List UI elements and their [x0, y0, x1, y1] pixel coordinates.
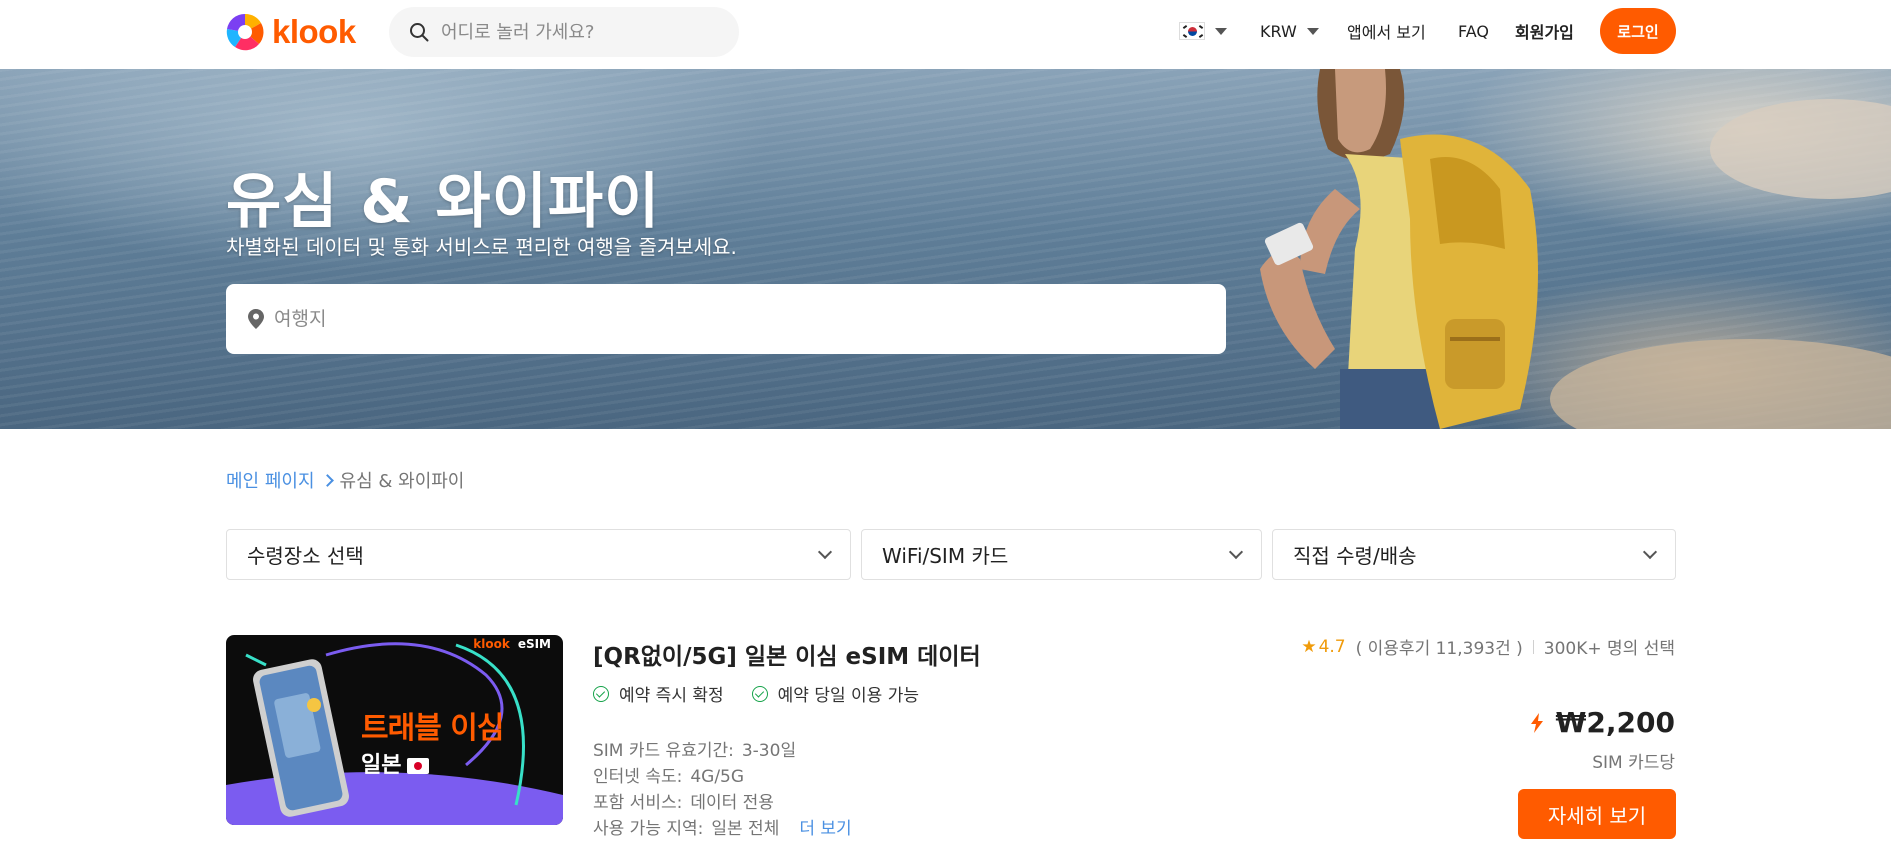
klook-logo-text: klook: [272, 13, 356, 50]
location-pin-icon: [248, 309, 264, 329]
product-thumbnail[interactable]: klook eSIM 트래블 이심 일본: [226, 635, 563, 825]
spec-label: 사용 가능 지역:: [593, 819, 704, 839]
check-circle-icon: [751, 685, 768, 702]
spec-validity: SIM 카드 유효기간: 3-30일: [593, 738, 852, 764]
price-unit: SIM 카드당: [1592, 753, 1675, 773]
spec-label: SIM 카드 유효기간:: [593, 741, 734, 761]
breadcrumb: 메인 페이지 유심 & 와이파이: [226, 467, 464, 493]
hero-subtitle: 차별화된 데이터 및 통화 서비스로 편리한 여행을 즐겨보세요.: [226, 235, 737, 259]
spec-value: 3-30일: [741, 741, 797, 761]
traveler-photo: [1260, 69, 1891, 429]
product-title-link[interactable]: [QR없이/5G] 일본 이심 eSIM 데이터: [593, 637, 981, 671]
breadcrumb-home-link[interactable]: 메인 페이지: [226, 467, 315, 493]
hero-title: 유심 & 와이파이: [226, 167, 661, 237]
top-search-input[interactable]: [441, 21, 721, 43]
booked-count: 300K+ 명의 선택: [1543, 639, 1675, 659]
chevron-down-icon: [817, 544, 833, 559]
pickup-location-dropdown[interactable]: 수령장소 선택: [226, 529, 851, 580]
thumbnail-title: 트래블 이심: [361, 711, 504, 746]
star-icon: ★: [1301, 636, 1317, 657]
currency-label: KRW: [1260, 21, 1297, 41]
breadcrumb-current: 유심 & 와이파이: [339, 471, 465, 492]
price-value: ₩2,200: [1555, 706, 1675, 739]
thumbnail-brand: klook eSIM: [473, 637, 551, 651]
spec-value: 데이터 전용: [690, 793, 774, 813]
hero-banner: 유심 & 와이파이 차별화된 데이터 및 통화 서비스로 편리한 여행을 즐겨보…: [0, 69, 1891, 429]
rating-score: 4.7: [1318, 636, 1346, 657]
product-price: ₩2,200: [1530, 706, 1675, 739]
spec-value: 일본 전체: [711, 819, 780, 839]
top-header: klook KRW 앱에서 보기 FAQ 회원가입 로그인: [0, 0, 1891, 69]
thumbnail-brand-tag: eSIM: [517, 637, 551, 651]
spec-label: 인터넷 속도:: [593, 767, 683, 787]
divider: [1532, 639, 1534, 654]
language-selector[interactable]: [1179, 0, 1227, 62]
delivery-method-dropdown[interactable]: 직접 수령/배송: [1272, 529, 1676, 580]
badge-same-day: 예약 당일 이용 가능: [751, 681, 919, 706]
spec-region: 사용 가능 지역: 일본 전체 더 보기: [593, 816, 852, 842]
top-search-bar[interactable]: [389, 7, 739, 57]
product-rating: ★ 4.7 ( 이용후기 11,393건 ) 300K+ 명의 선택: [1301, 634, 1675, 660]
badge-label: 예약 즉시 확정: [619, 686, 724, 706]
check-circle-icon: [593, 685, 609, 702]
chevron-down-icon: [1228, 544, 1244, 559]
japan-flag-icon: [407, 758, 430, 774]
currency-selector[interactable]: KRW: [1260, 0, 1319, 62]
thumbnail-country: 일본: [361, 753, 402, 778]
chevron-down-icon: [1215, 27, 1227, 35]
signup-link[interactable]: 회원가입: [1515, 0, 1574, 62]
thumbnail-brand-name: klook: [473, 637, 510, 651]
review-count-link[interactable]: ( 이용후기 11,393건 ): [1356, 634, 1523, 659]
spec-label: 포함 서비스:: [593, 793, 683, 813]
pickup-location-label: 수령장소 선택: [247, 544, 364, 568]
faq-link[interactable]: FAQ: [1458, 0, 1489, 62]
korea-flag-icon: [1179, 22, 1205, 40]
product-type-label: WiFi/SIM 카드: [882, 544, 1009, 568]
spec-value: 4G/5G: [690, 767, 745, 787]
klook-logo[interactable]: klook: [224, 10, 356, 54]
klook-logo-icon: [226, 13, 264, 51]
thumbnail-subtitle: 일본: [361, 747, 430, 779]
delivery-method-label: 직접 수령/배송: [1293, 544, 1417, 568]
chevron-down-icon: [1306, 27, 1319, 35]
lightning-icon: [1530, 712, 1543, 733]
spec-speed: 인터넷 속도: 4G/5G: [593, 764, 852, 790]
open-app-link[interactable]: 앱에서 보기: [1347, 0, 1426, 62]
view-details-button[interactable]: 자세히 보기: [1518, 789, 1676, 839]
chevron-down-icon: [1642, 544, 1658, 559]
destination-search-bar[interactable]: [226, 284, 1226, 354]
search-icon: [410, 23, 429, 42]
destination-input[interactable]: [274, 308, 1174, 330]
chevron-right-icon: [320, 473, 334, 487]
more-details-link[interactable]: 더 보기: [799, 816, 851, 842]
product-specs: SIM 카드 유효기간: 3-30일 인터넷 속도: 4G/5G 포함 서비스:…: [593, 738, 852, 842]
badge-label: 예약 당일 이용 가능: [777, 686, 919, 706]
product-badges: 예약 즉시 확정 예약 당일 이용 가능: [593, 681, 947, 706]
spec-service: 포함 서비스: 데이터 전용: [593, 790, 852, 816]
badge-instant-confirm: 예약 즉시 확정: [593, 681, 724, 706]
login-button[interactable]: 로그인: [1600, 8, 1676, 54]
product-type-dropdown[interactable]: WiFi/SIM 카드: [861, 529, 1262, 580]
